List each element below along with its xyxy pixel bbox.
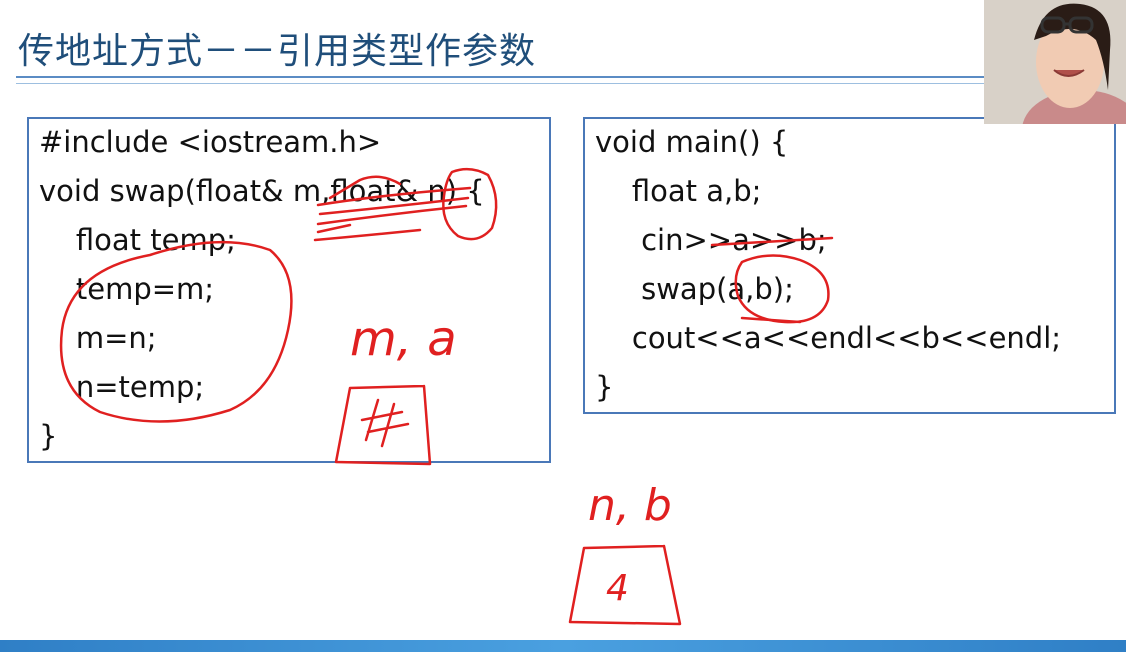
title-rule-thin (16, 83, 986, 84)
code-line: void swap(float& m,float& n) { (39, 174, 485, 208)
code-line: } (595, 370, 614, 404)
code-line: #include <iostream.h> (39, 125, 382, 159)
code-line: swap(a,b); (595, 272, 794, 306)
memory-box-n (568, 544, 682, 626)
code-line: float a,b; (595, 174, 762, 208)
bottom-accent-bar (0, 640, 1126, 652)
code-line: temp=m; (39, 272, 215, 306)
swap-function-code-box: #include <iostream.h> void swap(float& m… (27, 117, 551, 463)
code-line: n=temp; (39, 370, 205, 404)
code-line: } (39, 419, 58, 453)
code-line: void main() { (595, 125, 789, 159)
code-line: m=n; (39, 321, 157, 355)
annotation-box-value: 4 (606, 568, 629, 609)
code-line: cout<<a<<endl<<b<<endl; (595, 321, 1062, 355)
presenter-image (984, 0, 1126, 124)
main-function-code-box: void main() { float a,b; cin>>a>>b; swap… (583, 117, 1116, 414)
slide-title: 传地址方式－－引用类型作参数 (18, 31, 537, 72)
presenter-webcam (984, 0, 1126, 124)
annotation-n-b: n, b (588, 480, 672, 531)
title-rule (16, 76, 986, 78)
code-line: float temp; (39, 223, 236, 257)
code-line: cin>>a>>b; (595, 223, 827, 257)
